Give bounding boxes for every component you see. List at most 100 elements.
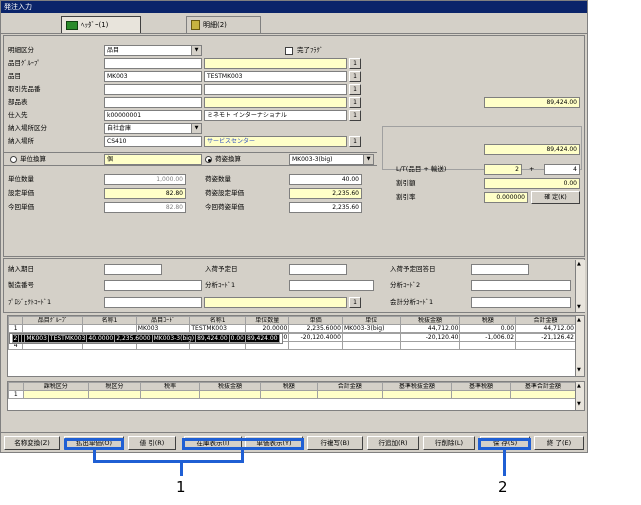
table-cell[interactable]	[22, 390, 89, 399]
table-cell[interactable]: -1,006.02	[459, 333, 517, 342]
bunseki2-field[interactable]	[471, 280, 571, 291]
table-cell[interactable]	[459, 341, 517, 350]
table-cell[interactable]: TESTMK003	[47, 334, 88, 343]
nisugata-suryo-field[interactable]: 40.00	[289, 174, 362, 185]
waribiki-field[interactable]: 0.00	[484, 178, 580, 189]
buhin-code[interactable]	[104, 97, 202, 108]
nisugata-konkai-field[interactable]: 2,235.60	[289, 202, 362, 213]
table-cell[interactable]	[515, 341, 576, 350]
project1-name[interactable]	[204, 297, 347, 308]
nonyu-basho-name[interactable]: サービスセンター	[204, 136, 347, 147]
row-number[interactable]: 1	[8, 324, 24, 333]
form-scrollbar[interactable]: ▲ ▼	[575, 260, 585, 312]
detail-grid[interactable]: 品目ｸﾞﾙｰﾌﾟ 名称1 品目ｺｰﾄﾞ 名称1 単位数量 単価 単位 税抜金額 …	[7, 315, 585, 377]
table-cell[interactable]	[82, 324, 137, 333]
project1-field[interactable]	[104, 297, 202, 308]
table-cell[interactable]: 2,235.6000	[114, 334, 153, 343]
konkai-tanka-field[interactable]: 82.80	[104, 202, 186, 213]
torihiki-name[interactable]	[204, 84, 347, 95]
table-cell[interactable]: MK003	[24, 334, 49, 343]
hinmoku-group-lookup-button[interactable]: 1	[349, 58, 361, 69]
nonyu-kijitsu-field[interactable]	[104, 264, 162, 275]
torihiki-lookup-button[interactable]: 1	[349, 84, 361, 95]
table-cell[interactable]	[259, 390, 318, 399]
hinmoku-group-name[interactable]	[204, 58, 347, 69]
detail-grid-scrollbar[interactable]: ▲ ▼	[575, 316, 584, 376]
buhin-name[interactable]	[204, 97, 347, 108]
nonyu-basho-code[interactable]: CS410	[104, 136, 202, 147]
gyo-sakujo-button[interactable]: 行削除(L)	[423, 436, 475, 450]
tax-grid-scrollbar[interactable]: ▲ ▼	[575, 382, 584, 410]
table-cell[interactable]: 2,235.6000	[288, 324, 343, 333]
kanryo-checkbox[interactable]	[285, 47, 293, 55]
lt-value-2[interactable]: 4	[544, 164, 580, 175]
table-cell[interactable]	[341, 341, 401, 350]
kaikei1-field[interactable]	[471, 297, 571, 308]
table-cell[interactable]: -20,120.4000	[288, 333, 343, 342]
table-row[interactable]: 1	[8, 390, 577, 399]
table-cell[interactable]: 0.00	[228, 334, 247, 343]
table-cell[interactable]: MK003-3(big)	[151, 334, 197, 343]
lt-value-1[interactable]: 2	[484, 164, 522, 175]
nisugata-radio[interactable]	[205, 156, 212, 163]
table-cell[interactable]: 44,712.00	[399, 324, 461, 333]
gyo-fukusha-button[interactable]: 行複写(B)	[307, 436, 363, 450]
row-number[interactable]: 2	[11, 334, 20, 343]
tax-grid[interactable]: 課税区分 税区分 税率 税抜金額 税額 合計金額 基準税抜金額 基準税額 基準合…	[7, 381, 585, 411]
hinmoku-name[interactable]: TESTMK003	[204, 71, 347, 82]
table-row[interactable]: 2 MK003 TESTMK003 40.0000 2,235.6000 MK003-3(…	[8, 333, 283, 344]
table-cell[interactable]	[509, 390, 577, 399]
meisai-kubun-select[interactable]: 品目 ▼	[104, 45, 202, 56]
table-cell[interactable]	[399, 341, 461, 350]
tanikansan-radio[interactable]	[10, 156, 17, 163]
table-cell[interactable]	[451, 390, 511, 399]
nisugata-settei-field[interactable]: 2,235.60	[289, 188, 362, 199]
project1-lookup-button[interactable]: 1	[349, 297, 361, 308]
tab-detail[interactable]: 明細(2)	[186, 16, 261, 33]
table-cell[interactable]: TESTMK003	[189, 324, 247, 333]
close-button[interactable]: 終 了(E)	[534, 436, 584, 450]
hinmoku-code[interactable]: MK003	[104, 71, 202, 82]
hinmoku-group-code[interactable]	[104, 58, 202, 69]
tanikansan-field[interactable]: 個	[104, 154, 202, 165]
tab-header[interactable]: ﾍｯﾀﾞｰ(1)	[61, 16, 141, 33]
buhin-lookup-button[interactable]: 1	[349, 97, 361, 108]
nebiki-button[interactable]: 値 引(R)	[128, 436, 176, 450]
shiiresaki-code[interactable]: k00000001	[104, 110, 202, 121]
gyo-tsuika-button[interactable]: 行追加(R)	[367, 436, 419, 450]
table-row[interactable]: 1 MK003 TESTMK003 20.0000 2,235.6000 MK003-3(…	[8, 324, 576, 333]
table-cell[interactable]: MK003-3(big)	[341, 324, 401, 333]
table-cell[interactable]: 0.00	[459, 324, 517, 333]
nyuka-kaitobi-field[interactable]	[471, 264, 529, 275]
kakutei-button[interactable]: 確 定(K)	[531, 191, 580, 204]
nyuka-yoteibi-field[interactable]	[289, 264, 347, 275]
table-cell[interactable]	[140, 390, 201, 399]
shiiresaki-name[interactable]: ミネモト インターナショナル	[204, 110, 347, 121]
tani-suryo-field[interactable]: 1,000.00	[104, 174, 186, 185]
table-cell[interactable]	[381, 390, 453, 399]
table-cell[interactable]: 20.0000	[245, 324, 290, 333]
row-number[interactable]: 1	[8, 390, 24, 399]
table-cell[interactable]: MK003	[135, 324, 191, 333]
hinmoku-lookup-button[interactable]: 1	[349, 71, 361, 82]
nisugata-select[interactable]: MK003-3(big) ▼	[289, 154, 374, 165]
table-cell[interactable]	[87, 390, 142, 399]
table-cell[interactable]: 40.0000	[86, 334, 116, 343]
seizo-bango-field[interactable]	[104, 280, 202, 291]
nonyu-basho-lookup-button[interactable]: 1	[349, 136, 361, 147]
settei-tanka-field[interactable]: 82.80	[104, 188, 186, 199]
table-cell[interactable]: -21,126.42	[515, 333, 576, 342]
shiiresaki-lookup-button[interactable]: 1	[349, 110, 361, 121]
table-cell[interactable]: 89,424.00	[195, 334, 230, 343]
table-cell[interactable]	[199, 390, 261, 399]
torihiki-field[interactable]	[104, 84, 202, 95]
meisho-henkan-button[interactable]: 名称変換(Z)	[4, 436, 60, 450]
table-cell[interactable]	[22, 324, 84, 333]
nonyu-basho-kubun-select[interactable]: 自社倉庫 ▼	[104, 123, 202, 134]
bunseki1-field[interactable]	[289, 280, 374, 291]
table-cell[interactable]	[288, 341, 343, 350]
table-cell[interactable]: 44,712.00	[515, 324, 576, 333]
waribiki-ritsu-field[interactable]: 0.000000	[484, 192, 528, 203]
table-cell[interactable]: 89,424.00	[245, 334, 280, 343]
table-cell[interactable]	[316, 390, 383, 399]
